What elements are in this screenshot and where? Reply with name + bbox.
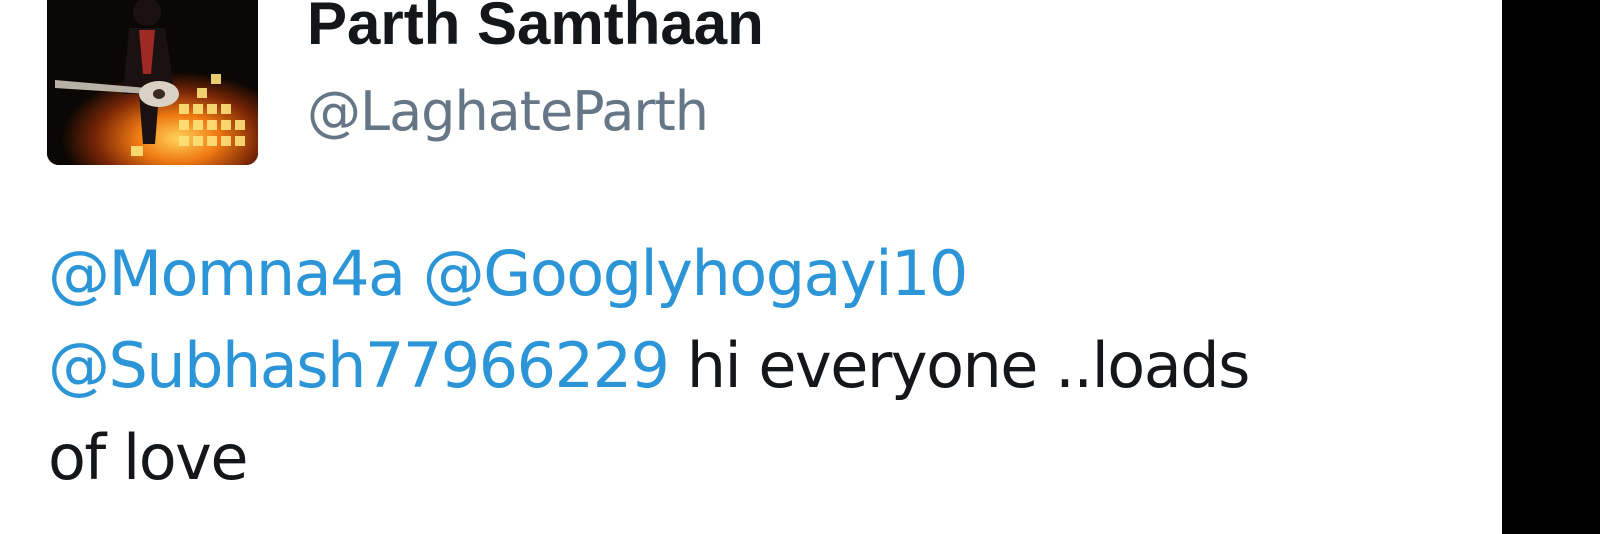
user-handle[interactable]: @LaghateParth <box>307 72 709 152</box>
tweet-card: Parth Samthaan @LaghateParth @Momna4a @G… <box>0 0 1502 534</box>
mention-link[interactable]: @Subhash77966229 <box>48 329 670 402</box>
tweet-text: @Momna4a @Googlyhogayi10 @Subhash77966229… <box>48 228 1478 504</box>
tweet-message-continued: of love <box>48 421 248 494</box>
tweet-message: hi everyone ..loads <box>686 329 1251 402</box>
profile-photo-icon <box>47 0 258 165</box>
display-name[interactable]: Parth Samthaan <box>307 0 764 64</box>
screen-edge <box>1502 0 1600 534</box>
mention-link[interactable]: @Momna4a <box>48 237 406 310</box>
profile-avatar[interactable] <box>47 0 258 165</box>
mention-link[interactable]: @Googlyhogayi10 <box>423 237 969 310</box>
